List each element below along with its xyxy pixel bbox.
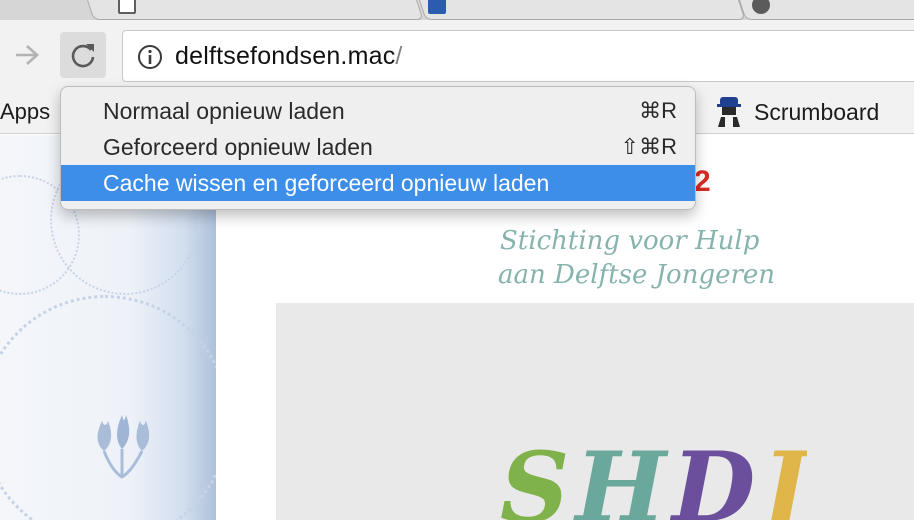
reload-button[interactable]: [60, 32, 106, 78]
menu-item-shortcut: ⌘R: [639, 98, 677, 123]
menu-item-label: Cache wissen en geforceerd opnieuw laden: [103, 169, 550, 196]
lace-pattern: [0, 295, 216, 520]
bookmark-apps[interactable]: Apps: [0, 99, 50, 125]
tulip-icon: [97, 415, 150, 479]
shdj-logo: SHDJ: [500, 438, 807, 520]
tagline-line-2: aan Delftse Jongeren: [498, 260, 776, 290]
heading-fragment: 2: [694, 165, 711, 198]
address-bar[interactable]: delftsefondsen.mac/: [122, 30, 914, 82]
reload-icon: [71, 44, 95, 68]
app-favicon-icon: [428, 0, 446, 14]
menu-item-label: Normaal opnieuw laden: [103, 97, 345, 124]
tagline-line-1: Stichting voor Hulp: [500, 226, 760, 256]
bookmark-scrumboard[interactable]: Scrumboard: [714, 96, 879, 128]
forward-button[interactable]: [4, 32, 50, 78]
foundation-tagline: Stichting voor Hulp aan Delftse Jongeren: [498, 224, 800, 292]
arrow-right-icon: [16, 45, 39, 65]
page-favicon-icon: [118, 0, 136, 14]
reload-context-menu: Normaal opnieuw laden ⌘R Geforceerd opni…: [60, 86, 696, 210]
logo-letter: H: [575, 438, 667, 520]
info-icon[interactable]: [137, 44, 163, 70]
bookmark-label: Scrumboard: [754, 98, 880, 125]
url-text: delftsefondsen.mac/: [175, 42, 403, 71]
browser-toolbar: delftsefondsen.mac/: [0, 20, 914, 90]
menu-item-hard-reload[interactable]: Geforceerd opnieuw laden ⇧⌘R: [61, 129, 695, 165]
tab-strip: [0, 0, 914, 20]
menu-item-label: Geforceerd opnieuw laden: [103, 133, 373, 160]
logo-letter: J: [761, 438, 807, 520]
scrumboard-icon: [717, 97, 741, 127]
url-host: delftsefondsen.mac: [175, 42, 396, 70]
menu-item-shortcut: ⇧⌘R: [620, 134, 677, 159]
logo-letter: S: [500, 438, 570, 520]
menu-item-normal-reload[interactable]: Normaal opnieuw laden ⌘R: [61, 93, 695, 129]
menu-item-empty-cache-hard-reload[interactable]: Cache wissen en geforceerd opnieuw laden: [61, 165, 695, 201]
logo-letter: D: [672, 438, 756, 520]
browser-tab[interactable]: [414, 0, 746, 20]
url-path: /: [395, 42, 403, 70]
